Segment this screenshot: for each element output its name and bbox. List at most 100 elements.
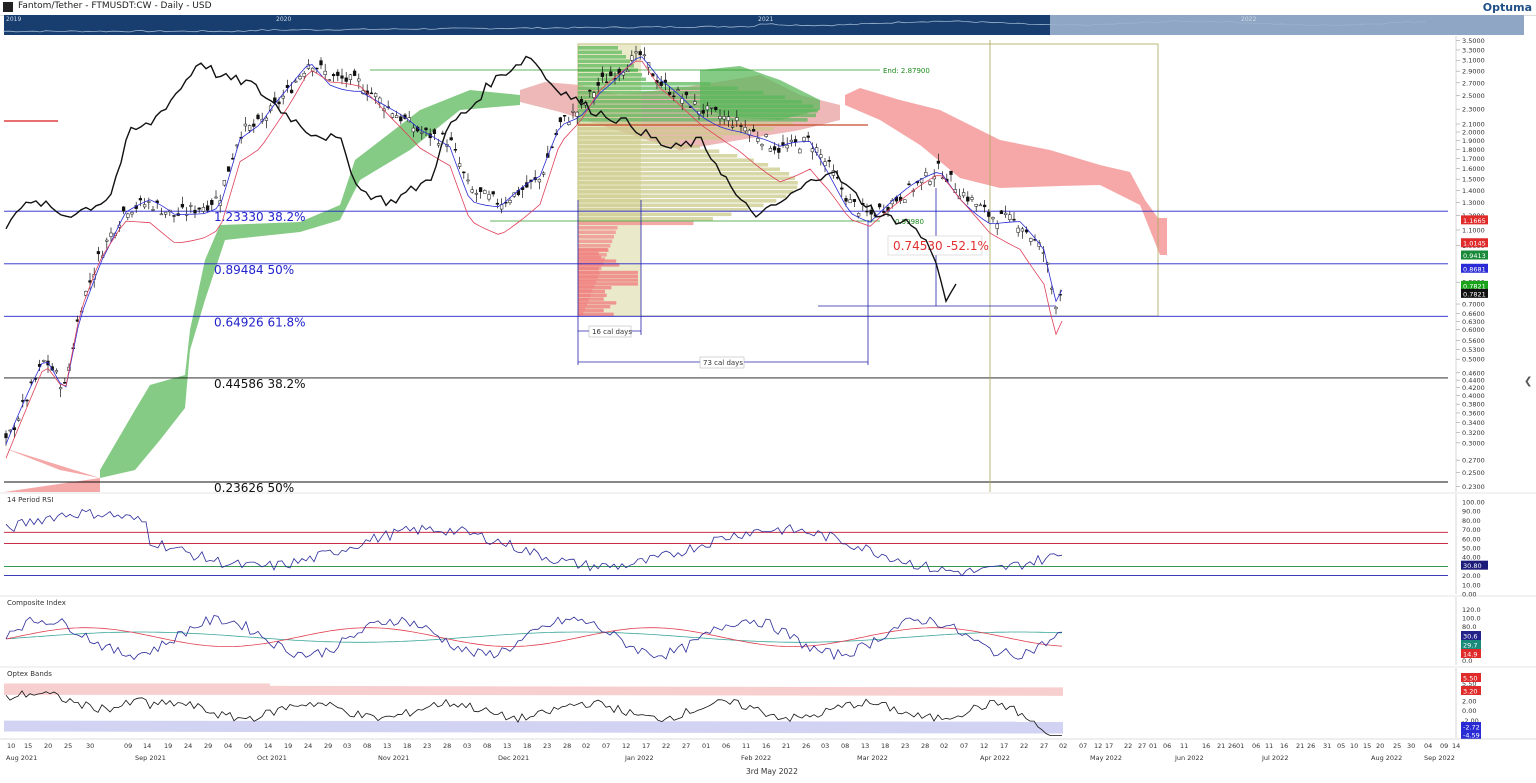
x-axis-day-label: 27 xyxy=(682,742,690,750)
end-label: End: 2.87900 xyxy=(883,67,930,75)
candle-body xyxy=(298,76,302,80)
volume-profile-bar xyxy=(578,259,617,263)
y-axis-label: 10.00 xyxy=(1462,581,1481,589)
candle-body xyxy=(856,213,861,217)
candle-body xyxy=(474,192,479,195)
candle-body xyxy=(756,138,760,142)
chart-canvas[interactable]: 2019 2020 2021 20221.23330 38.2%0.89484 50%… xyxy=(0,0,1536,783)
y-axis-label: 2.7000 xyxy=(1462,79,1485,87)
x-axis-day-label: 13 xyxy=(503,742,511,750)
x-axis-day-label: 05 xyxy=(1337,742,1345,750)
candle-body xyxy=(96,251,101,255)
candle-body xyxy=(764,134,768,137)
y-axis-label: 1.9000 xyxy=(1462,137,1485,145)
y-axis-label: 3.1000 xyxy=(1462,57,1485,65)
price-badge-label: 0.7821 xyxy=(1463,290,1486,298)
candle-body xyxy=(294,80,298,83)
candle-body xyxy=(907,183,911,186)
candle-body xyxy=(109,232,113,237)
candle-body xyxy=(121,206,126,212)
candle-body xyxy=(289,89,294,94)
volume-profile-bar xyxy=(578,113,816,118)
x-axis-day-label: 06 xyxy=(1163,742,1171,750)
volume-profile-bar xyxy=(578,226,618,230)
volume-profile-bar xyxy=(578,293,607,297)
candle-body xyxy=(709,107,714,109)
x-axis-day-label: 13 xyxy=(861,742,869,750)
volume-profile-bar xyxy=(578,149,720,154)
optex-upper-band xyxy=(4,683,1063,696)
x-axis-day-label: 24 xyxy=(304,742,312,750)
x-axis-month-label: Aug 2022 xyxy=(1371,754,1402,762)
y-axis-label: 0.2500 xyxy=(1462,469,1485,477)
volume-profile-bar xyxy=(578,235,614,239)
x-axis-day-label: 04 xyxy=(224,742,232,750)
collapse-panel-icon[interactable]: ❮ xyxy=(1524,376,1534,390)
y-axis-label: 2.1000 xyxy=(1462,121,1485,129)
volume-profile-bar xyxy=(578,282,638,286)
candle-body xyxy=(42,360,46,362)
x-axis-day-label: 16 xyxy=(1202,742,1210,750)
candle-body xyxy=(163,211,168,215)
y-axis-label: 0.5600 xyxy=(1462,337,1485,345)
candle-body xyxy=(348,74,353,80)
candle-body xyxy=(827,160,831,162)
candle-body xyxy=(344,77,348,82)
volume-profile-bar xyxy=(578,305,611,309)
fib-level-label: 0.64926 61.8% xyxy=(214,315,306,329)
candle-body xyxy=(722,116,726,120)
composite-badge-label: 29.7 xyxy=(1463,642,1477,650)
candle-body xyxy=(411,127,416,133)
candle-body xyxy=(684,91,689,96)
candle-body xyxy=(352,70,357,76)
fib-level-label: 0.89484 50% xyxy=(214,263,294,277)
volume-profile-bar xyxy=(578,176,796,181)
candle-body xyxy=(987,211,991,217)
y-axis-label: 0.6300 xyxy=(1462,318,1485,326)
x-axis-month-label: Aug 2021 xyxy=(6,754,37,762)
volume-profile-bar xyxy=(578,278,638,282)
candle-body xyxy=(256,114,260,120)
candle-body xyxy=(336,71,340,76)
volume-profile-bar xyxy=(578,100,802,104)
x-axis-day-label: 21 xyxy=(1217,742,1225,750)
volume-profile-bar xyxy=(578,172,790,176)
y-axis-label: 3.3000 xyxy=(1462,46,1485,54)
x-axis-day-label: 19 xyxy=(164,742,172,750)
x-axis-month-label: Sep 2021 xyxy=(135,754,166,762)
candle-body xyxy=(903,199,907,203)
candle-body xyxy=(789,139,794,143)
candle-body xyxy=(193,209,197,214)
volume-profile-bar xyxy=(578,140,681,145)
candle-body xyxy=(1003,212,1008,216)
candle-body xyxy=(63,382,67,384)
x-axis-day-label: 28 xyxy=(443,742,451,750)
candle-body xyxy=(1008,214,1012,220)
x-axis-day-label: 12 xyxy=(622,742,630,750)
volume-profile-bar xyxy=(578,64,634,68)
volume-profile-bar xyxy=(578,248,608,252)
candle-body xyxy=(390,113,395,118)
volume-profile-bar xyxy=(578,230,616,235)
candle-body xyxy=(714,107,718,110)
x-axis-day-label: 02 xyxy=(582,742,590,750)
x-axis-day-label: 13 xyxy=(383,742,391,750)
candle-body xyxy=(999,210,1004,214)
x-axis-day-label: 28 xyxy=(563,742,571,750)
x-axis-day-label: 21 xyxy=(782,742,790,750)
x-axis-day-label: 28 xyxy=(921,742,929,750)
y-axis-label: 70.00 xyxy=(1462,526,1481,534)
y-axis-label: 1.7000 xyxy=(1462,155,1485,163)
candle-body xyxy=(571,111,575,113)
composite-badge-label: 14.9 xyxy=(1463,651,1477,659)
candle-body xyxy=(588,90,592,92)
candle-body xyxy=(226,166,231,172)
candle-body xyxy=(596,82,600,86)
x-axis-day-label: 10 xyxy=(1350,742,1358,750)
volume-profile-bar xyxy=(578,203,764,208)
candle-body xyxy=(634,51,638,54)
volume-profile-bar xyxy=(578,274,638,278)
candle-body xyxy=(126,213,130,218)
candle-body xyxy=(793,139,798,143)
candle-body xyxy=(978,204,983,207)
